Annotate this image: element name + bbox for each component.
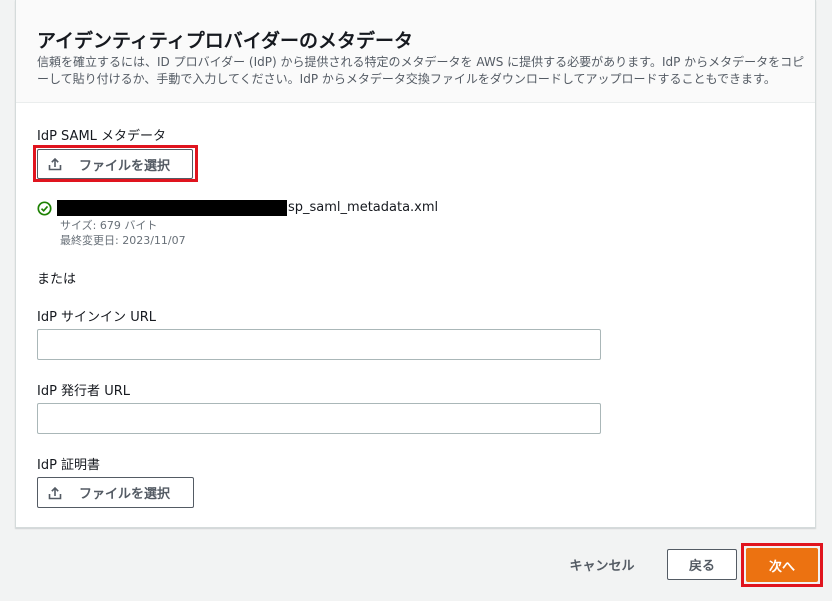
back-button[interactable]: 戻る bbox=[667, 549, 737, 580]
metadata-panel: アイデンティティプロバイダーのメタデータ 信頼を確立するには、ID プロバイダー… bbox=[15, 0, 816, 528]
next-button[interactable]: 次へ bbox=[746, 548, 818, 582]
certificate-choose-file-label: ファイルを選択 bbox=[79, 487, 171, 502]
signin-url-label: IdP サインイン URL bbox=[37, 310, 156, 325]
signin-url-input[interactable] bbox=[37, 329, 601, 360]
redacted-filename-block bbox=[57, 200, 287, 216]
uploaded-file-name: sp_saml_metadata.xml bbox=[288, 200, 439, 215]
uploaded-file-modified: 最終変更日: 2023/11/07 bbox=[60, 234, 186, 247]
cancel-button[interactable]: キャンセル bbox=[556, 549, 648, 580]
issuer-url-input[interactable] bbox=[37, 403, 601, 434]
upload-icon bbox=[48, 486, 62, 499]
panel-header: アイデンティティプロバイダーのメタデータ 信頼を確立するには、ID プロバイダー… bbox=[16, 0, 815, 103]
issuer-url-label: IdP 発行者 URL bbox=[37, 384, 130, 399]
status-success-icon bbox=[37, 201, 52, 216]
saml-metadata-label: IdP SAML メタデータ bbox=[37, 129, 167, 144]
panel-description: 信頼を確立するには、ID プロバイダー (IdP) から提供される特定のメタデー… bbox=[37, 55, 805, 86]
certificate-label: IdP 証明書 bbox=[37, 458, 101, 473]
uploaded-file-size: サイズ: 679 バイト bbox=[60, 219, 158, 232]
saml-button-highlight bbox=[33, 145, 198, 182]
panel-title: アイデンティティプロバイダーのメタデータ bbox=[37, 30, 414, 52]
or-text: または bbox=[37, 272, 77, 287]
certificate-choose-file-button[interactable]: ファイルを選択 bbox=[37, 477, 194, 508]
